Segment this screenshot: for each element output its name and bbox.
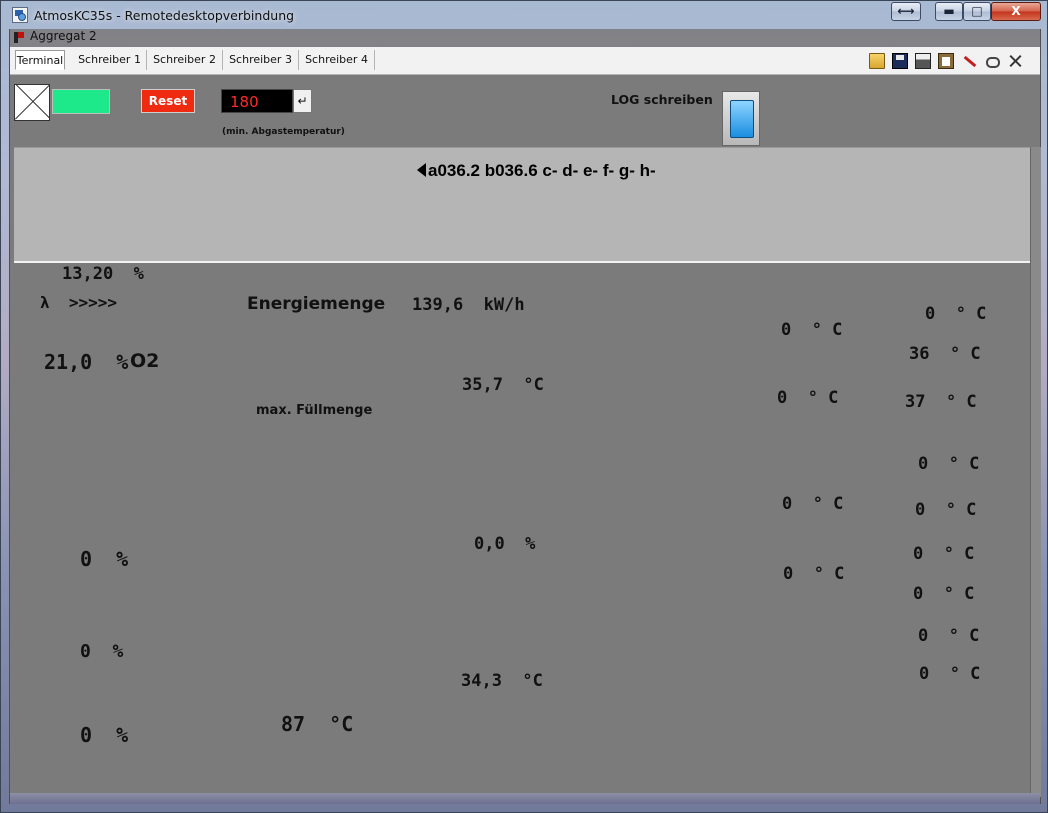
tab-schreiber-4[interactable]: Schreiber 4 <box>299 50 375 70</box>
mid-temp-1: 0 ° C <box>781 320 843 340</box>
tab-schreiber-1[interactable]: Schreiber 1 <box>73 50 147 70</box>
link-icon[interactable] <box>984 53 1000 69</box>
mid-temp-3: 0 ° C <box>782 494 844 514</box>
min-flue-temp-input[interactable]: 180 <box>221 89 293 113</box>
right-temp-4: 0 ° C <box>918 454 980 474</box>
left-percent-1: 0 % <box>80 547 129 571</box>
status-image-placeholder <box>14 84 50 121</box>
title-bar[interactable]: AtmosKC35s - Remotedesktopverbindung ⟷ ▬… <box>1 1 1048 29</box>
o2-unit-label: O2 <box>130 350 160 372</box>
close-button[interactable]: X <box>991 2 1041 21</box>
energy-value: 139,6 kW/h <box>412 295 525 315</box>
document-title: Aggregat 2 <box>30 29 97 43</box>
min-flue-temp-caption: (min. Abgastemperatur) <box>222 127 345 137</box>
left-percent-2: 0 % <box>80 641 124 662</box>
temp-value-1: 35,7 °C <box>462 375 544 395</box>
right-temp-8: 0 ° C <box>918 626 980 646</box>
tab-terminal[interactable]: Terminal <box>15 50 65 70</box>
enter-button[interactable]: ↵ <box>293 89 312 113</box>
right-temp-3: 37 ° C <box>905 392 977 412</box>
max-fill-label: max. Füllmenge <box>256 403 373 418</box>
tools-icon[interactable] <box>1007 53 1023 69</box>
lambda-value: λ >>>>> <box>40 293 118 312</box>
clipboard-icon[interactable] <box>938 53 954 69</box>
tab-schreiber-3[interactable]: Schreiber 3 <box>223 50 299 70</box>
remote-desktop-icon <box>12 7 28 23</box>
percent-value-1: 0,0 % <box>474 534 536 554</box>
tab-schreiber-2[interactable]: Schreiber 2 <box>147 50 223 70</box>
temp-value-3: 87 °C <box>281 712 354 736</box>
reset-button[interactable]: Reset <box>141 89 195 113</box>
o2-percent-value: 13,20 % <box>62 264 144 284</box>
mid-temp-2: 0 ° C <box>777 388 839 408</box>
status-indicator <box>52 89 110 114</box>
right-temp-1: 0 ° C <box>925 304 987 324</box>
o2-total-value: 21,0 % <box>44 350 129 374</box>
window-frame: AtmosKC35s - Remotedesktopverbindung ⟷ ▬… <box>0 0 1048 813</box>
right-temp-7: 0 ° C <box>913 584 975 604</box>
energy-label: Energiemenge <box>247 294 386 314</box>
minimize-button[interactable]: ▬ <box>935 2 963 21</box>
mid-temp-4: 0 ° C <box>783 564 845 584</box>
window-title: AtmosKC35s - Remotedesktopverbindung <box>34 8 295 23</box>
aggregat-icon <box>14 32 24 43</box>
tab-bar: Terminal Schreiber 1 Schreiber 2 Schreib… <box>10 47 1040 75</box>
open-folder-icon[interactable] <box>869 53 885 69</box>
terminal-output-panel: a036.2 b036.6 c- d- e- f- g- h- <box>14 147 1030 263</box>
document-title-bar: Aggregat 2 <box>10 29 1040 47</box>
resize-button[interactable]: ⟷ <box>891 2 921 21</box>
left-percent-3: 0 % <box>80 723 129 747</box>
pen-icon[interactable] <box>961 53 977 69</box>
log-toggle-switch[interactable] <box>722 91 760 146</box>
bottom-border <box>10 793 1040 804</box>
right-temp-2: 36 ° C <box>909 344 981 364</box>
vertical-scrollbar[interactable] <box>1030 147 1041 797</box>
maximize-button[interactable]: □ <box>963 2 991 21</box>
right-temp-6: 0 ° C <box>913 544 975 564</box>
temp-value-2: 34,3 °C <box>461 671 543 691</box>
right-temp-9: 0 ° C <box>919 664 981 684</box>
log-label: LOG schreiben <box>611 92 713 107</box>
terminal-line: a036.2 b036.6 c- d- e- f- g- h- <box>428 161 656 180</box>
save-icon[interactable] <box>892 53 908 69</box>
app-window: Aggregat 2 Terminal Schreiber 1 Schreibe… <box>9 29 1041 804</box>
arrow-left-icon <box>417 163 426 177</box>
print-icon[interactable] <box>915 53 931 69</box>
right-temp-5: 0 ° C <box>915 500 977 520</box>
